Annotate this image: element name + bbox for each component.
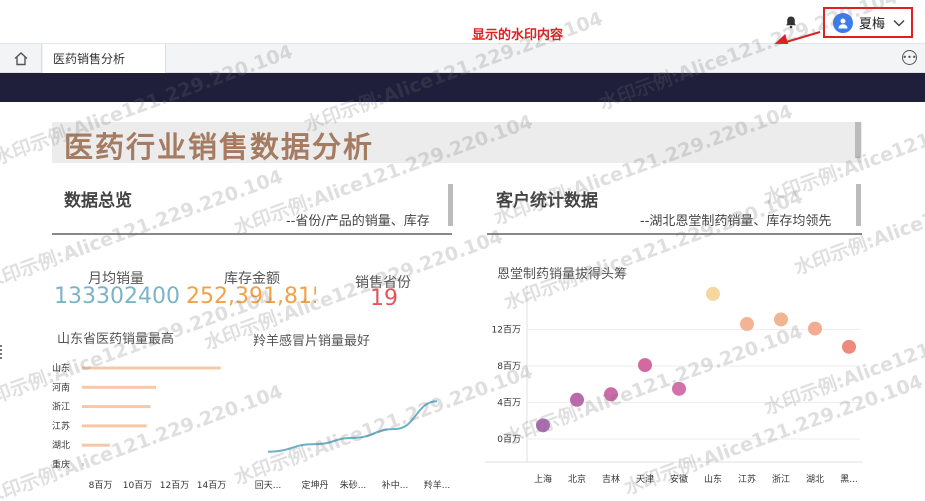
line-x-tick-label: 定坤丹 — [301, 479, 328, 491]
scatter-point — [774, 312, 788, 327]
scatter-x-tick-label: 安徽 — [670, 473, 688, 485]
kpi-value-inventory-amount: 252,391,815 — [186, 285, 316, 309]
section-subheading-customers: --湖北恩堂制药销量、库存均领先 — [640, 214, 832, 229]
scatter-point — [536, 418, 550, 433]
home-icon — [14, 52, 27, 66]
scatter-point — [672, 381, 686, 396]
report-top-band — [0, 73, 925, 102]
bar-category-label: 浙江 — [52, 401, 70, 413]
scatter-x-tick-label: 天津 — [636, 474, 654, 485]
user-name: 夏梅 — [859, 17, 886, 32]
scatter-x-tick-label: 浙江 — [772, 473, 790, 485]
user-avatar-icon — [833, 12, 853, 33]
chevron-down-icon — [893, 19, 905, 27]
report-title: 医药行业销售数据分析 — [64, 130, 375, 164]
section-subheading-overview: --省份/产品的销量、库存 — [286, 214, 430, 229]
line-chart-title: 羚羊感冒片销量最好 — [253, 334, 371, 349]
scatter-x-tick-label: 江苏 — [738, 473, 756, 485]
section-scrollbar-left[interactable] — [448, 184, 453, 226]
title-scrollbar[interactable] — [855, 122, 861, 158]
kpi-value-sales-provinces: 19 — [370, 286, 398, 311]
scatter-x-tick-label: 吉林 — [602, 473, 620, 485]
bar-chart-title: 山东省医药销量最高 — [57, 332, 175, 347]
bar — [82, 385, 156, 389]
section-heading-customers: 客户统计数据 — [496, 191, 598, 211]
scatter-point — [638, 358, 652, 373]
section-divider-right — [487, 233, 862, 235]
scatter-y-tick-label: 8百万 — [497, 361, 521, 372]
line-chart: 回天... 定坤丹 朱砂... 补中... 羚羊... — [255, 400, 451, 491]
bar-chart: 山东河南浙江江苏湖北重庆 8百万 10百万 12百万 14百万 — [52, 362, 226, 491]
more-options-icon[interactable]: ••• — [902, 50, 917, 65]
bar-x-tick-label: 10百万 — [123, 480, 152, 491]
bar-category-label: 湖北 — [52, 440, 70, 451]
bar-x-tick-label: 8百万 — [89, 480, 113, 491]
user-menu-button[interactable]: 夏梅 — [823, 7, 913, 38]
bar — [82, 443, 110, 447]
scatter-x-tick-label: 黑... — [840, 474, 858, 485]
bar-category-label: 河南 — [52, 381, 70, 393]
scatter-point — [808, 321, 822, 336]
scatter-point — [604, 387, 618, 402]
section-heading-overview: 数据总览 — [64, 191, 132, 211]
scatter-chart-title: 恩堂制药销量拔得头筹 — [497, 267, 628, 282]
bar-x-tick-label: 12百万 — [160, 480, 189, 491]
line-series — [267, 400, 438, 453]
app-window: 显示的水印内容 夏梅 医药销售分析 ••• 医药行业销售数据分析 数据总览 --… — [0, 0, 925, 501]
line-x-tick-label: 回天... — [255, 480, 282, 491]
kpi-value-monthly-sales: 133302400 — [54, 284, 180, 309]
section-scrollbar-right[interactable] — [856, 184, 861, 226]
bar-category-label: 重庆 — [52, 459, 70, 471]
scatter-y-tick-label: 0百万 — [497, 434, 521, 445]
scatter-point — [740, 317, 754, 332]
home-button[interactable] — [0, 44, 42, 73]
scatter-point — [706, 286, 720, 301]
scatter-x-tick-label: 山东 — [704, 473, 722, 485]
bar — [82, 366, 221, 370]
bar — [82, 405, 151, 409]
line-x-tick-label: 羚羊... — [424, 479, 451, 491]
scatter-y-tick-label: 12百万 — [492, 325, 521, 336]
scatter-y-tick-label: 4百万 — [497, 398, 521, 409]
bar-category-label: 山东 — [52, 362, 70, 374]
tab-pharma-sales[interactable]: 医药销售分析 — [43, 44, 166, 73]
scatter-chart: 0百万 4百万 8百万 12百万上海 北京 吉林 天津 安徽 山东 江苏 浙江 湖北 黑... — [485, 286, 863, 485]
scatter-point — [842, 339, 856, 354]
line-x-tick-label: 补中... — [382, 479, 409, 491]
scatter-x-tick-label: 湖北 — [806, 474, 824, 485]
bar-x-tick-label: 14百万 — [197, 480, 226, 491]
section-divider-left — [52, 233, 452, 235]
resize-handle[interactable] — [0, 345, 2, 359]
scatter-x-tick-label: 北京 — [568, 473, 586, 485]
scatter-x-tick-label: 上海 — [534, 473, 552, 485]
bar-category-label: 江苏 — [52, 420, 70, 432]
line-x-tick-label: 朱砂... — [340, 479, 367, 491]
bar — [82, 424, 147, 428]
bar — [82, 463, 84, 466]
scatter-point — [570, 392, 584, 407]
